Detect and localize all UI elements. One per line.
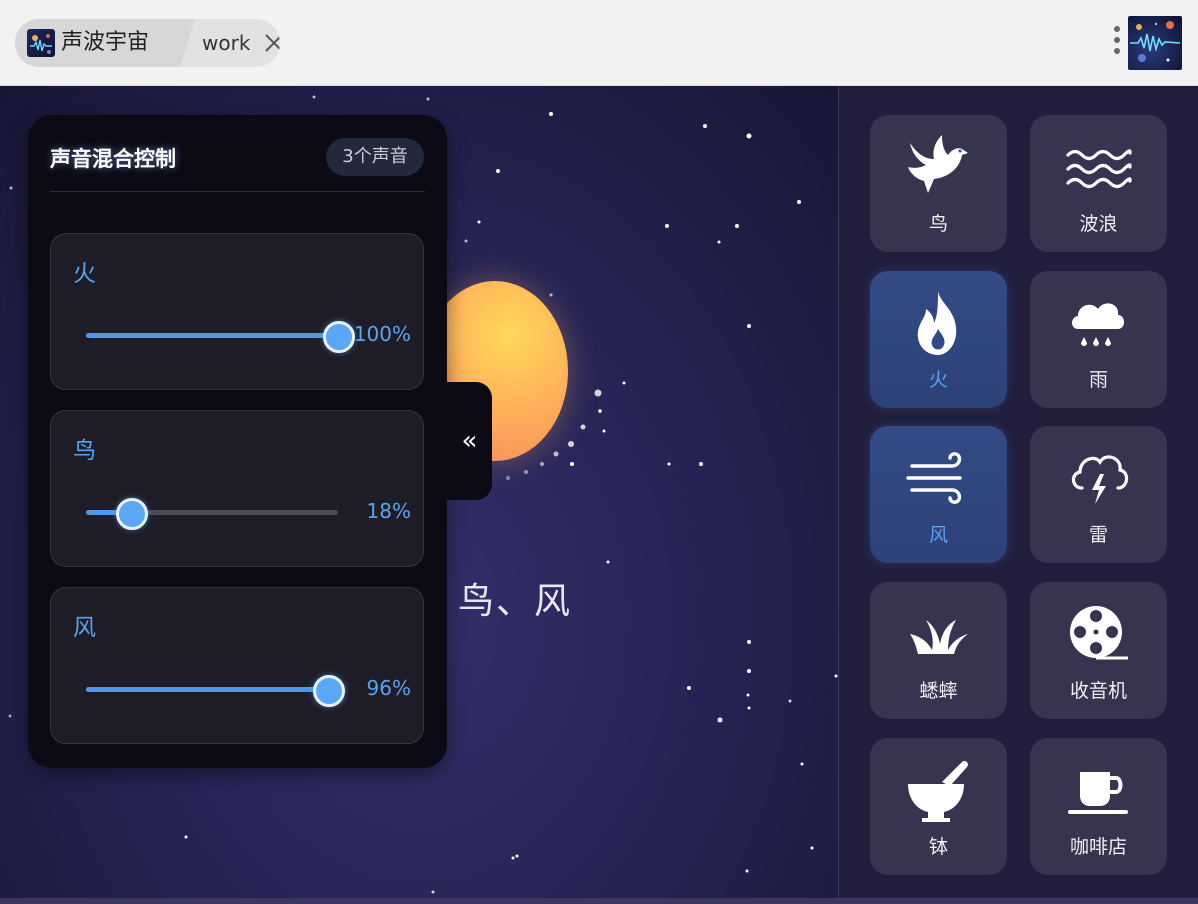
sound-tile-thunder[interactable]: 雷 bbox=[1030, 426, 1167, 563]
mixer-panel: 声音混合控制 3个声音 火 100% 鸟 18% 风 96% bbox=[28, 115, 447, 768]
sound-tile-rain[interactable]: 雨 bbox=[1030, 271, 1167, 408]
film-reel-icon bbox=[1058, 600, 1138, 670]
slider-fill bbox=[86, 687, 328, 692]
app-tab-title: 声波宇宙 bbox=[61, 30, 150, 55]
sound-tile-waves[interactable]: 波浪 bbox=[1030, 115, 1167, 252]
mortar-pestle-icon bbox=[898, 756, 978, 826]
dove-icon bbox=[898, 133, 978, 203]
app-logo-icon[interactable] bbox=[1128, 16, 1182, 70]
tile-label: 风 bbox=[928, 524, 948, 546]
tile-label: 雨 bbox=[1088, 369, 1108, 391]
volume-percent: 18% bbox=[366, 499, 411, 523]
coffee-cup-icon bbox=[1058, 756, 1138, 826]
slider-handle[interactable] bbox=[116, 498, 149, 530]
volume-percent: 96% bbox=[366, 676, 411, 700]
volume-slider[interactable] bbox=[86, 498, 338, 530]
tile-label: 钵 bbox=[928, 836, 948, 858]
app-window: 声波宇宙 work 鸟、风 声音混合控制 3个声音 火 100% 鸟 18% 风… bbox=[0, 0, 1198, 904]
sound-tile-bowl[interactable]: 钵 bbox=[870, 738, 1007, 875]
sound-tile-cricket[interactable]: 蟋蟀 bbox=[870, 582, 1007, 719]
slider-handle[interactable] bbox=[323, 321, 355, 353]
sound-tile-fire[interactable]: 火 bbox=[870, 271, 1007, 408]
volume-slider[interactable] bbox=[86, 675, 345, 707]
active-sounds-label: 鸟、风 bbox=[458, 581, 573, 622]
tile-label: 咖啡店 bbox=[1069, 836, 1127, 858]
thunder-cloud-icon bbox=[1058, 444, 1138, 514]
track-card: 火 100% bbox=[50, 233, 424, 390]
sound-count-badge: 3个声音 bbox=[326, 138, 424, 176]
collapse-panel-button[interactable]: « bbox=[447, 382, 492, 500]
sound-tile-bird[interactable]: 鸟 bbox=[870, 115, 1007, 252]
fire-icon bbox=[898, 289, 978, 359]
sound-tile-wind[interactable]: 风 bbox=[870, 426, 1007, 563]
night-scene: 鸟、风 声音混合控制 3个声音 火 100% 鸟 18% 风 96% « bbox=[0, 86, 838, 904]
slider-handle[interactable] bbox=[312, 675, 345, 707]
top-bar: 声波宇宙 work bbox=[0, 0, 1198, 86]
track-card: 风 96% bbox=[50, 587, 424, 744]
tile-label: 收音机 bbox=[1069, 680, 1127, 702]
slider-fill bbox=[86, 333, 338, 338]
wind-icon bbox=[898, 444, 978, 514]
mixer-title: 声音混合控制 bbox=[50, 147, 176, 171]
tile-label: 波浪 bbox=[1079, 213, 1118, 235]
tile-label: 火 bbox=[928, 369, 948, 391]
app-tab[interactable]: 声波宇宙 bbox=[15, 19, 195, 67]
sound-tile-cafe[interactable]: 咖啡店 bbox=[1030, 738, 1167, 875]
divider bbox=[50, 191, 425, 192]
tile-label: 鸟 bbox=[928, 213, 948, 235]
volume-percent: 100% bbox=[353, 322, 411, 346]
tile-label: 蟋蟀 bbox=[919, 680, 958, 702]
waves-icon bbox=[1058, 133, 1138, 203]
grass-icon bbox=[898, 600, 978, 670]
sound-grid: 鸟 波浪 火 雨 风 雷 蟋蟀 收音机 钵 咖啡店 bbox=[838, 86, 1198, 904]
rain-cloud-icon bbox=[1058, 289, 1138, 359]
app-thumbnail-icon bbox=[27, 29, 55, 57]
tab-group: 声波宇宙 work bbox=[15, 19, 280, 67]
tile-label: 雷 bbox=[1088, 524, 1108, 546]
track-name: 鸟 bbox=[73, 438, 96, 464]
bottom-border bbox=[0, 898, 1198, 904]
close-icon[interactable] bbox=[263, 32, 280, 54]
volume-slider[interactable] bbox=[86, 321, 355, 353]
track-name: 火 bbox=[73, 261, 96, 287]
track-name: 风 bbox=[73, 615, 96, 641]
work-tab-label[interactable]: work bbox=[202, 30, 250, 56]
track-card: 鸟 18% bbox=[50, 410, 424, 567]
sound-tile-radio[interactable]: 收音机 bbox=[1030, 582, 1167, 719]
more-menu-icon[interactable] bbox=[1112, 26, 1122, 60]
